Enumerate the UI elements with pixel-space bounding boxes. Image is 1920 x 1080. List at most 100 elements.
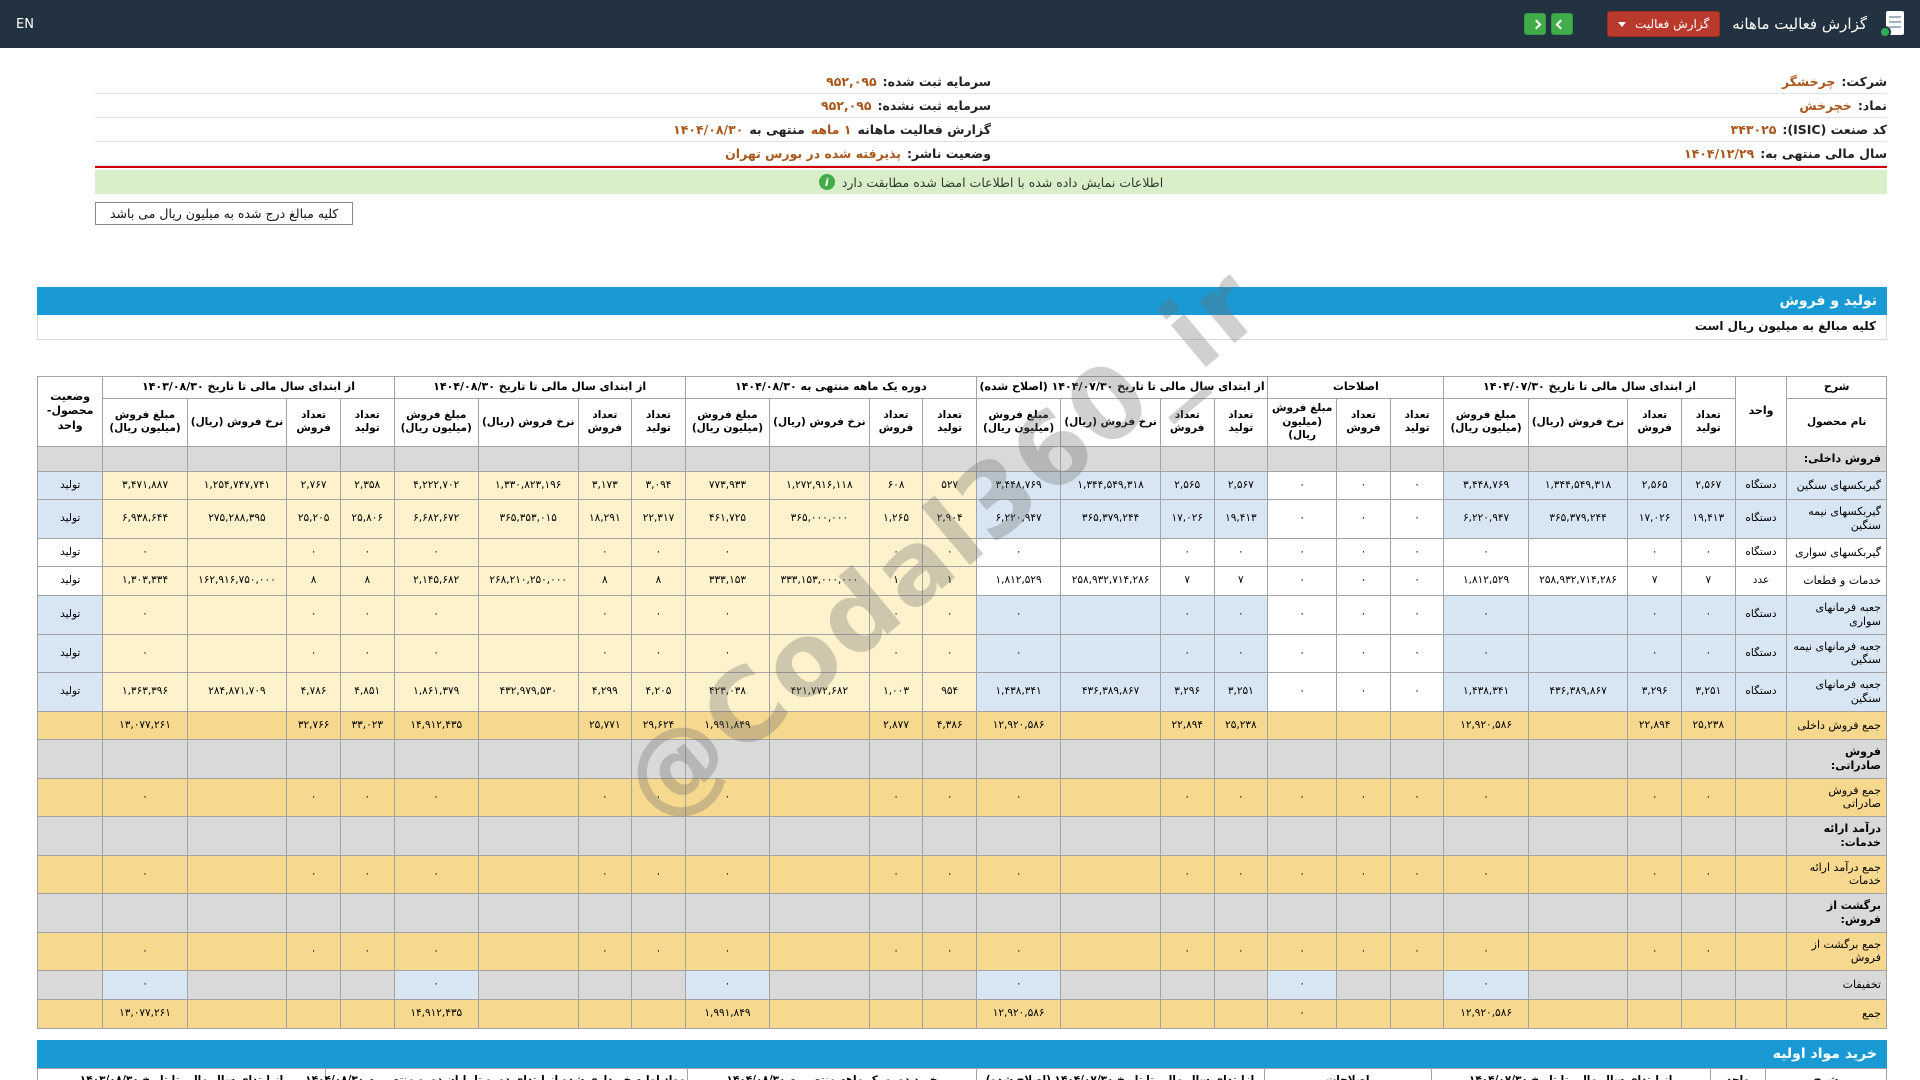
value-cell: ۰	[1159, 931, 1215, 972]
value-cell: ۰	[1336, 931, 1391, 972]
value-cell	[769, 595, 870, 635]
info-row: شرکت: چرخشگر سرمایه ثبت شده: ۹۵۲,۰۹۵	[95, 70, 1887, 94]
materials-header-cell: از ابتدای سال مالی تا تاریخ ۱۴۰۴/۰۷/۳۰	[1430, 1068, 1711, 1080]
nav-forward-button[interactable]	[1524, 13, 1547, 35]
value-cell: ۱,۲۶۵	[868, 499, 924, 539]
materials-header-cell: خرید دوره یک ماهه منتهی به ۱۴۰۴/۰۸/۳۰	[687, 1068, 977, 1080]
value-cell: ۰	[631, 854, 686, 895]
value-cell: ۰	[1627, 931, 1682, 972]
value-cell: ۰	[577, 931, 633, 972]
value-cell: ۴,۸۵۱	[339, 672, 395, 712]
value-cell: ۰	[1443, 595, 1529, 635]
unit-cell: دستگاه	[1734, 537, 1788, 568]
status-cell: تولید	[36, 672, 104, 712]
value-cell: ۰	[1389, 537, 1445, 568]
table-group-header-row: شرح واحد از ابتدای سال مالی تا تاریخ ۱۴۰۴/…	[36, 376, 1887, 447]
header-subcol: مبلغ فروش (میلیون ریال)	[975, 398, 1062, 447]
header-unit: واحد	[1734, 376, 1788, 447]
value-cell: ۷	[1681, 566, 1736, 597]
value-cell: ۰	[1681, 931, 1736, 972]
value-cell	[286, 998, 341, 1029]
value-cell: ۰	[1389, 672, 1445, 712]
info-label: سرمایه ثبت نشده:	[877, 98, 991, 113]
header-subcol: تعداد فروش	[286, 398, 341, 447]
value-cell: ۲۷۵,۲۸۸,۳۹۵	[186, 499, 288, 539]
value-cell: ۰	[1627, 854, 1682, 895]
value-cell: ۰	[393, 537, 479, 568]
value-cell: ۰	[631, 777, 686, 818]
value-cell	[1389, 710, 1445, 741]
info-pair: وضعیت ناشر: پذیرفته شده در بورس تهران	[95, 146, 991, 161]
unit-cell: دستگاه	[1734, 470, 1788, 501]
value-cell: ۰	[1267, 566, 1338, 597]
value-cell: ۰	[102, 970, 188, 1000]
value-cell	[1389, 970, 1445, 1000]
product-row: گیربکسهای نیمه سنگین دستگاه ۱۹,۴۱۳ ۱۷,۰۲۶ ۳۶…	[36, 499, 1887, 539]
value-cell	[339, 970, 395, 1000]
info-value: خچرخش	[1799, 98, 1852, 113]
value-cell	[1060, 998, 1161, 1029]
value-cell: ۴۲۱,۷۷۲,۶۸۲	[769, 672, 870, 712]
value-cell: ۳۶۵,۳۷۹,۲۴۴	[1060, 499, 1161, 539]
report-type-button[interactable]: گزارش فعالیت	[1607, 11, 1721, 37]
chevron-down-icon	[1618, 21, 1627, 27]
value-cell: ۰	[1267, 931, 1338, 972]
value-cell: ۲,۳۵۸	[339, 470, 395, 501]
value-cell	[1060, 710, 1161, 741]
value-cell	[868, 970, 924, 1000]
status-cell: تولید	[36, 595, 104, 635]
header-group: اصلاحات	[1267, 376, 1445, 399]
value-cell: ۰	[577, 537, 633, 568]
header-subcol: تعداد تولید	[631, 398, 686, 447]
language-toggle[interactable]: EN	[16, 17, 34, 32]
value-cell	[1336, 710, 1391, 741]
value-cell: ۰	[1159, 537, 1215, 568]
value-cell: ۰	[1389, 777, 1445, 818]
nav-back-button[interactable]	[1551, 13, 1574, 35]
row-name-cell: گیربکسهای سنگین	[1786, 470, 1887, 501]
value-cell: ۱۲,۹۲۰,۵۸۶	[1443, 710, 1529, 741]
value-cell	[1389, 998, 1445, 1029]
row-name-cell: گیربکسهای سواری	[1786, 537, 1887, 568]
value-cell: ۰	[975, 633, 1062, 674]
company-info: شرکت: چرخشگر سرمایه ثبت شده: ۹۵۲,۰۹۵ نماد: خچ…	[95, 70, 1887, 194]
value-cell: ۰	[1159, 854, 1215, 895]
section-label-cell: فروش داخلی:	[1786, 445, 1887, 472]
value-cell: ۰	[1443, 777, 1529, 818]
value-cell: ۱۹,۴۱۳	[1681, 499, 1736, 539]
header-subcol: تعداد فروش	[868, 398, 924, 447]
value-cell: ۰	[339, 595, 395, 635]
value-cell: ۱,۸۶۱,۳۷۹	[393, 672, 479, 712]
value-cell: ۶,۲۲۰,۹۴۷	[975, 499, 1062, 539]
value-cell: ۴,۲۹۹	[577, 672, 633, 712]
value-cell	[186, 931, 288, 972]
value-cell: ۰	[1443, 931, 1529, 972]
value-cell: ۰	[975, 777, 1062, 818]
value-cell: ۳,۰۹۴	[631, 470, 686, 501]
value-cell: ۱,۳۴۴,۵۴۹,۳۱۸	[1060, 470, 1161, 501]
value-cell	[769, 931, 870, 972]
value-cell: ۰	[868, 931, 924, 972]
value-cell: ۴,۳۸۶	[922, 710, 977, 741]
value-cell	[477, 998, 579, 1029]
value-cell: ۰	[1213, 537, 1269, 568]
value-cell: ۰	[1213, 931, 1269, 972]
notice-text: اطلاعات نمایش داده شده با اطلاعات امضا ش…	[841, 174, 1164, 190]
value-cell: ۱۴,۹۱۲,۴۳۵	[393, 998, 479, 1029]
report-icon[interactable]	[1879, 10, 1904, 38]
info-value: چرخشگر	[1781, 74, 1836, 89]
total-row: جمع برگشت از فروش ۰ ۰ ۰ ۰ ۰ ۰ ۰ ۰ ۰ ۰ ۰ ۰ ۰ ۰ ۰ ۰ ۰ ۰	[36, 931, 1887, 972]
product-row: جعبه فرمانهای سنگین دستگاه ۳,۲۵۱ ۳,۲۹۶ ۴۳۶,۳…	[36, 672, 1887, 712]
value-cell: ۰	[339, 854, 395, 895]
value-cell: ۱۷,۰۲۶	[1627, 499, 1682, 539]
header-subcol: تعداد تولید	[1389, 398, 1445, 447]
info-value: پذیرفته شده در بورس تهران	[725, 146, 901, 161]
value-cell: ۰	[286, 777, 341, 818]
value-cell	[186, 777, 288, 818]
total-row: جمع درآمد ارائه خدمات ۰ ۰ ۰ ۰ ۰ ۰ ۰ ۰ ۰ ۰ ۰ ۰ ۰ ۰ ۰ ۰ ۰ ۰	[36, 854, 1887, 895]
info-value: ۱۴۰۴/۱۲/۲۹	[1684, 146, 1755, 161]
value-cell	[286, 970, 341, 1000]
unit-cell: دستگاه	[1734, 672, 1788, 712]
unit-cell: عدد	[1734, 566, 1788, 597]
value-cell: ۱,۹۹۱,۸۴۹	[684, 998, 771, 1029]
